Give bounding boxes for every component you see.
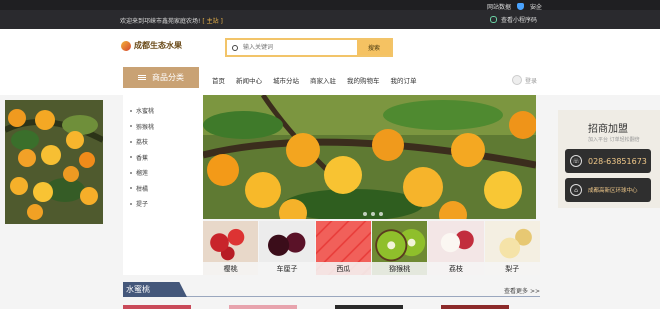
- view-more-link[interactable]: 查看更多 >>: [504, 286, 540, 295]
- bullet-icon: [130, 140, 132, 143]
- bullet-icon: [130, 156, 132, 159]
- category-menu-button[interactable]: 商品分类: [123, 67, 199, 88]
- thumbnail-label: 西瓜: [315, 262, 371, 275]
- mini-program-link[interactable]: 查看小程序码: [490, 15, 537, 24]
- category-label: 猕猴桃: [136, 123, 155, 131]
- carousel-dots: [363, 212, 383, 216]
- search-bar: 搜索: [225, 38, 393, 57]
- welcome-message: 欢迎来到邛崃市鑫苑家庭农场!: [120, 18, 201, 25]
- franchise-panel: 招商加盟 加入平台 订单轻松翻倍 ☏ 028-63851673 ⌂ 成都高新区环…: [558, 110, 660, 208]
- search-input[interactable]: [243, 40, 357, 55]
- logo-icon: [121, 40, 131, 51]
- carousel-dot[interactable]: [371, 212, 375, 216]
- nav-item-home[interactable]: 首页: [212, 75, 225, 85]
- thumbnail-lychee[interactable]: 荔枝: [428, 221, 484, 275]
- category-label: 榴莲: [136, 170, 149, 178]
- user-login[interactable]: 登录: [512, 75, 537, 85]
- top-utility-bar: [0, 0, 660, 10]
- avatar-icon: [512, 75, 522, 85]
- nav-item-city[interactable]: 城市分站: [273, 75, 299, 85]
- category-label: 水蜜桃: [136, 108, 155, 116]
- location-text: 成都高新区环球中心: [588, 188, 638, 194]
- phone-number: 028-63851673: [588, 156, 647, 166]
- thumbnail-label: 车厘子: [259, 262, 315, 275]
- category-list: 水蜜桃 猕猴桃 荔枝 香蕉 榴莲 柑橘 提子: [123, 95, 203, 275]
- side-promo-image[interactable]: [5, 100, 103, 224]
- welcome-text: 欢迎来到邛崃市鑫苑家庭农场! [ 主站 ]: [120, 16, 223, 25]
- nav-item-merchant[interactable]: 商家入驻: [310, 75, 336, 85]
- welcome-bar: [0, 10, 660, 29]
- mini-program-label: 查看小程序码: [501, 17, 538, 24]
- category-item[interactable]: 香蕉: [123, 150, 203, 166]
- thumbnail-pear[interactable]: 梨子: [484, 221, 540, 275]
- section-title: 水蜜桃: [123, 282, 187, 297]
- thumbnail-label: 荔枝: [428, 262, 484, 275]
- search-button[interactable]: 搜索: [357, 40, 391, 55]
- menu-icon: [138, 75, 146, 80]
- bullet-icon: [130, 109, 132, 112]
- section-header: 水蜜桃 查看更多 >>: [123, 282, 540, 297]
- category-item[interactable]: 提子: [123, 196, 203, 212]
- site-logo[interactable]: 成都生态水果: [121, 40, 182, 51]
- phone-button[interactable]: ☏ 028-63851673: [565, 149, 651, 173]
- phone-icon: ☏: [570, 155, 582, 167]
- carousel-dot[interactable]: [379, 212, 383, 216]
- carousel-dot[interactable]: [363, 212, 367, 216]
- nav-item-cart[interactable]: 我的购物车: [347, 75, 380, 85]
- thumbnail-dark-cherry[interactable]: 车厘子: [259, 221, 315, 275]
- hero-banner[interactable]: [203, 95, 536, 219]
- category-label: 香蕉: [136, 154, 149, 162]
- location-icon: ⌂: [570, 184, 582, 196]
- shield-icon: [516, 3, 524, 10]
- main-nav: 首页 新闻中心 城市分站 商家入驻 我的购物车 我的订单: [212, 75, 417, 85]
- category-item[interactable]: 榴莲: [123, 165, 203, 181]
- category-item[interactable]: 猕猴桃: [123, 119, 203, 135]
- thumbnail-watermelon[interactable]: 西瓜: [315, 221, 371, 275]
- main-site-link[interactable]: [ 主站 ]: [202, 18, 223, 25]
- nav-item-news[interactable]: 新闻中心: [236, 75, 262, 85]
- search-icon: [227, 40, 243, 55]
- thumbnail-kiwi[interactable]: 猕猴桃: [371, 221, 428, 275]
- bullet-icon: [130, 171, 132, 174]
- thumbnail-label: 樱桃: [203, 262, 259, 275]
- bullet-icon: [130, 125, 132, 128]
- thumbnail-cherry[interactable]: 樱桃: [203, 221, 259, 275]
- product-image[interactable]: [229, 305, 297, 309]
- bullet-icon: [130, 187, 132, 190]
- bullet-icon: [130, 202, 132, 205]
- nav-item-orders[interactable]: 我的订单: [391, 75, 417, 85]
- location-button[interactable]: ⌂ 成都高新区环球中心: [565, 178, 651, 202]
- category-label: 提子: [136, 201, 149, 209]
- thumbnail-label: 梨子: [484, 262, 540, 275]
- logo-text: 成都生态水果: [134, 41, 182, 50]
- login-link[interactable]: 登录: [525, 76, 537, 85]
- category-label: 荔枝: [136, 139, 149, 147]
- link-icon: [490, 16, 497, 23]
- franchise-subtitle: 加入平台 订单轻松翻倍: [588, 137, 640, 143]
- category-item[interactable]: 柑橘: [123, 181, 203, 197]
- category-item[interactable]: 荔枝: [123, 134, 203, 150]
- category-label: 商品分类: [152, 73, 184, 82]
- fruit-thumbnails: 樱桃 车厘子 西瓜 猕猴桃 荔枝 梨子: [203, 221, 540, 275]
- category-item[interactable]: 水蜜桃: [123, 103, 203, 119]
- thumbnail-label: 猕猴桃: [371, 262, 428, 275]
- product-image[interactable]: [335, 305, 403, 309]
- product-image[interactable]: [441, 305, 509, 309]
- franchise-title: 招商加盟: [588, 124, 628, 135]
- product-image[interactable]: [123, 305, 191, 309]
- category-label: 柑橘: [136, 185, 149, 193]
